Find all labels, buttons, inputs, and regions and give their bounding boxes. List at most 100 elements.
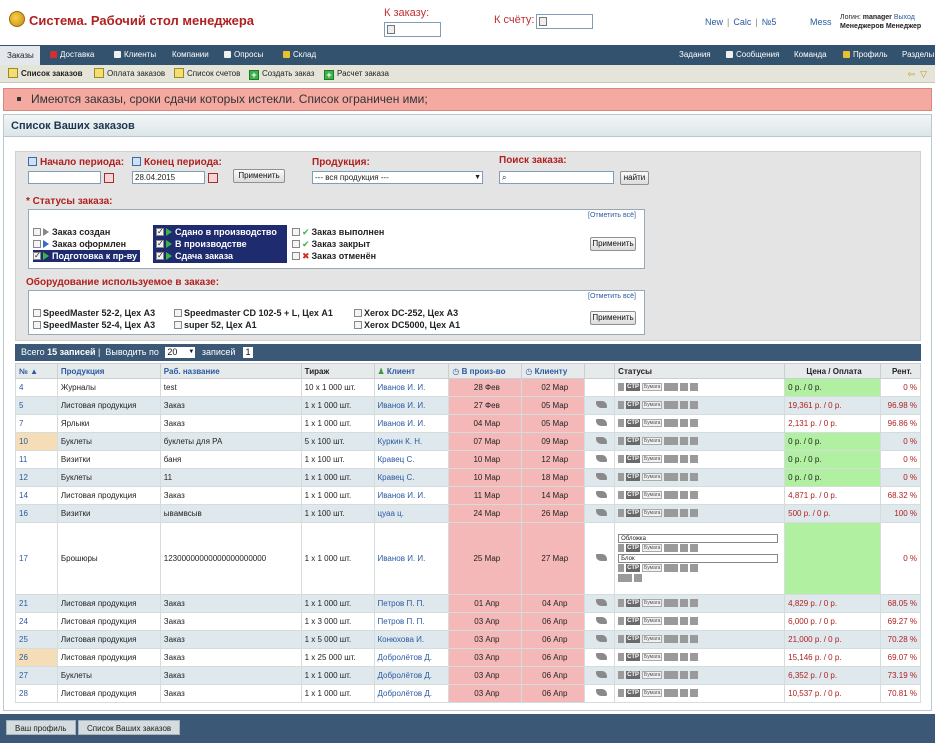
order-number[interactable]: 24 bbox=[15, 612, 58, 631]
order-number[interactable]: 12 bbox=[15, 468, 58, 487]
table-row[interactable]: 14 Листовая продукция Заказ 1 х 1 000 шт. Ив… bbox=[15, 486, 922, 505]
search-input[interactable]: ⌕ bbox=[499, 171, 614, 184]
nav-warehouse[interactable]: Склад bbox=[283, 45, 316, 65]
checkbox[interactable] bbox=[174, 309, 182, 317]
table-row[interactable]: 25 Листовая продукция Заказ 1 х 5 000 шт. Ко… bbox=[15, 630, 922, 649]
checkbox[interactable] bbox=[156, 238, 164, 250]
table-row[interactable]: 12 Буклеты 11 1 х 1 000 шт. Кравец С. 10 Мар 1… bbox=[15, 468, 922, 487]
subnav-order-payment[interactable]: Оплата заказов bbox=[94, 68, 165, 80]
checkbox[interactable] bbox=[292, 252, 300, 260]
equipment-sm52-4[interactable]: SpeedMaster 52-4, Цех A3 bbox=[33, 320, 155, 330]
invoice-lookup-input[interactable] bbox=[536, 14, 593, 29]
status-preparation[interactable]: Подготовка к пр-ву bbox=[33, 250, 141, 262]
status-in-production[interactable]: В производстве bbox=[156, 238, 247, 250]
order-client[interactable]: Иванов И. И. bbox=[373, 486, 450, 505]
equipment-xerox252[interactable]: Xerox DC-252, Цех A3 bbox=[354, 308, 458, 318]
order-client[interactable]: Иванов И. И. bbox=[373, 414, 450, 433]
checkbox[interactable] bbox=[33, 240, 41, 248]
col-product[interactable]: Продукция bbox=[56, 363, 161, 379]
checkbox[interactable] bbox=[33, 250, 41, 262]
mark-all-statuses-link[interactable]: [Отметить всё] bbox=[588, 212, 636, 219]
table-row[interactable]: 17 Брошюры 12300000000000000000000 1 х 1 00… bbox=[15, 522, 922, 595]
table-row[interactable]: 4 Журналы test 10 х 1 000 шт. Иванов И. И. 28… bbox=[15, 378, 922, 397]
collapse-arrows[interactable]: ⇦ ▽ bbox=[908, 69, 927, 80]
apply-statuses-button[interactable]: Применить bbox=[590, 237, 636, 251]
crumb-profile[interactable]: Ваш профиль bbox=[6, 720, 76, 735]
order-number[interactable]: 4 bbox=[15, 378, 58, 397]
subnav-order-list[interactable]: Список заказов bbox=[8, 68, 83, 80]
order-client[interactable]: цуаа ц. bbox=[373, 504, 450, 523]
checkbox[interactable] bbox=[33, 321, 41, 329]
status-created[interactable]: Заказ создан bbox=[33, 226, 110, 238]
checkbox[interactable] bbox=[33, 228, 41, 236]
order-number[interactable]: 11 bbox=[15, 450, 58, 469]
order-number[interactable]: 16 bbox=[15, 504, 58, 523]
nav-polls[interactable]: Опросы bbox=[224, 45, 263, 65]
checkbox[interactable] bbox=[156, 250, 164, 262]
order-number[interactable]: 7 bbox=[15, 414, 58, 433]
calendar-icon[interactable] bbox=[208, 173, 218, 183]
checkbox[interactable] bbox=[174, 321, 182, 329]
order-client[interactable]: Добролётов Д. bbox=[373, 666, 450, 685]
table-row[interactable]: 10 Буклеты буклеты для РА 5 х 100 шт. Куркин… bbox=[15, 432, 922, 451]
chevron-down-icon[interactable]: ▽ bbox=[920, 69, 927, 79]
subnav-invoice-list[interactable]: Список счетов bbox=[174, 68, 240, 80]
nav-messages[interactable]: Сообщения bbox=[726, 45, 779, 65]
back-arrow-icon[interactable]: ⇦ bbox=[908, 69, 916, 79]
checkbox[interactable] bbox=[156, 226, 164, 238]
link-calc[interactable]: Calc bbox=[733, 17, 751, 27]
status-formalized[interactable]: Заказ оформлен bbox=[33, 238, 126, 250]
order-client[interactable]: Добролётов Д. bbox=[373, 684, 450, 703]
status-sent-to-production[interactable]: Сдано в производство bbox=[156, 226, 277, 238]
crumb-order-list[interactable]: Список Ваших заказов bbox=[78, 720, 181, 735]
status-cancelled[interactable]: ✖ Заказ отменён bbox=[292, 250, 376, 262]
order-client[interactable]: Конюхова И. bbox=[373, 630, 450, 649]
col-number[interactable]: № ▲ bbox=[15, 363, 58, 379]
status-delivery[interactable]: Сдача заказа bbox=[156, 250, 234, 262]
calendar-icon[interactable] bbox=[104, 173, 114, 183]
table-row[interactable]: 26 Листовая продукция Заказ 1 х 25 000 шт. Д… bbox=[15, 648, 922, 667]
order-number[interactable]: 10 bbox=[15, 432, 58, 451]
table-row[interactable]: 24 Листовая продукция Заказ 1 х 3 000 шт. Пе… bbox=[15, 612, 922, 631]
order-lookup-input[interactable] bbox=[384, 22, 441, 37]
equipment-sm52-2[interactable]: SpeedMaster 52-2, Цех A3 bbox=[33, 308, 155, 318]
checkbox[interactable] bbox=[292, 240, 300, 248]
checkbox[interactable] bbox=[354, 309, 362, 317]
order-client[interactable]: Иванов И. И. bbox=[373, 396, 450, 415]
order-client[interactable]: Петров П. П. bbox=[373, 612, 450, 631]
order-number[interactable]: 28 bbox=[15, 684, 58, 703]
nav-profile[interactable]: Профиль bbox=[843, 45, 888, 65]
nav-companies[interactable]: Компании bbox=[172, 45, 209, 65]
nav-delivery[interactable]: Доставка bbox=[50, 45, 94, 65]
col-client[interactable]: ♟ Клиент bbox=[373, 363, 450, 379]
nav-team[interactable]: Команда bbox=[794, 45, 827, 65]
checkbox[interactable] bbox=[292, 228, 300, 236]
order-number[interactable]: 17 bbox=[15, 522, 58, 595]
table-row[interactable]: 21 Листовая продукция Заказ 1 х 1 000 шт. Пе… bbox=[15, 594, 922, 613]
logout-link[interactable]: Выход bbox=[894, 14, 915, 21]
order-client[interactable]: Куркин К. Н. bbox=[373, 432, 450, 451]
order-number[interactable]: 25 bbox=[15, 630, 58, 649]
product-select[interactable]: --- вся продукция --- bbox=[312, 171, 483, 184]
page-size-select[interactable]: 20 bbox=[165, 347, 196, 358]
period-start-input[interactable] bbox=[28, 171, 101, 184]
order-number[interactable]: 26 bbox=[15, 648, 58, 667]
apply-period-button[interactable]: Применить bbox=[233, 169, 285, 183]
table-row[interactable]: 16 Визитки ывамвсыв 1 х 100 шт. цуаа ц. 24 Ма… bbox=[15, 504, 922, 523]
messages-link[interactable]: Mess bbox=[810, 17, 832, 27]
order-client[interactable]: Кравец С. bbox=[373, 450, 450, 469]
col-production-date[interactable]: ◷ В произ-во bbox=[448, 363, 523, 379]
checkbox[interactable] bbox=[354, 321, 362, 329]
order-client[interactable]: Петров П. П. bbox=[373, 594, 450, 613]
table-row[interactable]: 28 Листовая продукция Заказ 1 х 1 000 шт. До… bbox=[15, 684, 922, 703]
order-client[interactable]: Добролётов Д. bbox=[373, 648, 450, 667]
subnav-create-order[interactable]: + Создать заказ bbox=[249, 68, 314, 80]
col-client-date[interactable]: ◷ Клиенту bbox=[521, 363, 586, 379]
equipment-xerox5000[interactable]: Xerox DC5000, Цех A1 bbox=[354, 320, 460, 330]
nav-tasks[interactable]: Задания bbox=[679, 45, 711, 65]
table-row[interactable]: 7 Ярлыки Заказ 1 х 1 000 шт. Иванов И. И. 04 … bbox=[15, 414, 922, 433]
apply-equipment-button[interactable]: Применить bbox=[590, 311, 636, 325]
link-no5[interactable]: №5 bbox=[762, 17, 777, 27]
nav-sections[interactable]: Разделы bbox=[902, 45, 934, 65]
table-row[interactable]: 27 Буклеты Заказ 1 х 1 000 шт. Добролётов Д.… bbox=[15, 666, 922, 685]
